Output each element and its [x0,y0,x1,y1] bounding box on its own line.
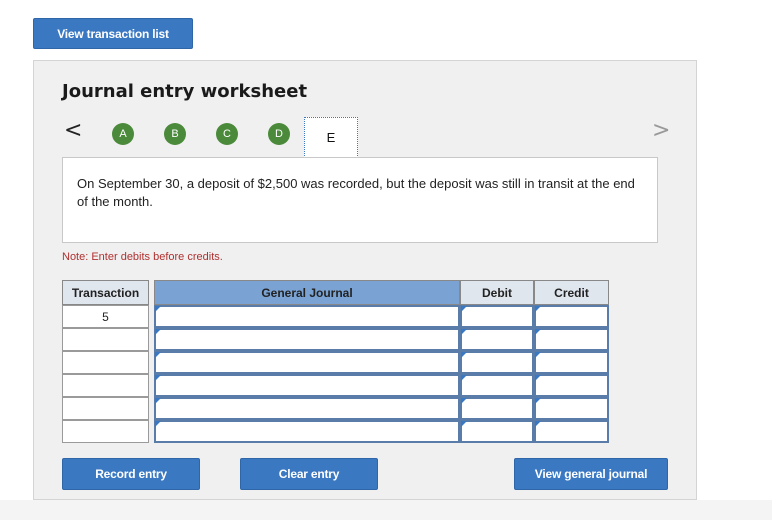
journal-entry-panel: Journal entry worksheet < A B C D E > On… [33,60,697,500]
general-journal-input[interactable] [154,420,460,443]
table-row [62,420,611,443]
header-general-journal: General Journal [154,280,460,305]
step-b[interactable]: B [164,123,186,145]
table-row [62,351,611,374]
dropdown-marker-icon [535,352,541,358]
dropdown-marker-icon [155,421,161,427]
transaction-description: On September 30, a deposit of $2,500 was… [62,157,658,243]
step-a[interactable]: A [112,123,134,145]
credit-input[interactable] [534,351,609,374]
clear-entry-button[interactable]: Clear entry [240,458,378,490]
dropdown-marker-icon [461,421,467,427]
dropdown-marker-icon [461,352,467,358]
debit-input[interactable] [460,305,534,328]
header-credit: Credit [534,280,609,305]
dropdown-marker-icon [155,306,161,312]
debit-input[interactable] [460,328,534,351]
prev-arrow-icon[interactable]: < [64,120,82,142]
dropdown-marker-icon [461,375,467,381]
general-journal-input[interactable] [154,305,460,328]
debit-input[interactable] [460,420,534,443]
dropdown-marker-icon [155,352,161,358]
next-arrow-icon[interactable]: > [652,120,670,142]
step-c[interactable]: C [216,123,238,145]
step-d[interactable]: D [268,123,290,145]
dropdown-marker-icon [461,398,467,404]
transaction-cell [62,420,149,443]
table-row [62,328,611,351]
panel-title: Journal entry worksheet [62,81,308,102]
header-transaction: Transaction [62,280,149,305]
dropdown-marker-icon [535,306,541,312]
credit-input[interactable] [534,420,609,443]
credit-input[interactable] [534,374,609,397]
credit-input[interactable] [534,305,609,328]
transaction-cell [62,397,149,420]
debit-input[interactable] [460,374,534,397]
credit-input[interactable] [534,328,609,351]
transaction-cell [62,328,149,351]
table-row [62,374,611,397]
transaction-cell: 5 [62,305,149,328]
entry-note: Note: Enter debits before credits. [62,251,223,263]
step-e-current[interactable]: E [304,117,358,158]
dropdown-marker-icon [155,398,161,404]
general-journal-input[interactable] [154,328,460,351]
dropdown-marker-icon [461,306,467,312]
debit-input[interactable] [460,351,534,374]
general-journal-input[interactable] [154,397,460,420]
dropdown-marker-icon [535,421,541,427]
dropdown-marker-icon [535,375,541,381]
view-transaction-list-button[interactable]: View transaction list [33,18,193,49]
view-general-journal-button[interactable]: View general journal [514,458,668,490]
transaction-cell [62,351,149,374]
dropdown-marker-icon [535,329,541,335]
dropdown-marker-icon [155,329,161,335]
credit-input[interactable] [534,397,609,420]
page-footer-strip [0,500,772,520]
dropdown-marker-icon [155,375,161,381]
dropdown-marker-icon [461,329,467,335]
transaction-cell [62,374,149,397]
table-row [62,397,611,420]
dropdown-marker-icon [535,398,541,404]
general-journal-input[interactable] [154,351,460,374]
header-debit: Debit [460,280,534,305]
record-entry-button[interactable]: Record entry [62,458,200,490]
general-journal-input[interactable] [154,374,460,397]
debit-input[interactable] [460,397,534,420]
table-row: 5 [62,305,611,328]
